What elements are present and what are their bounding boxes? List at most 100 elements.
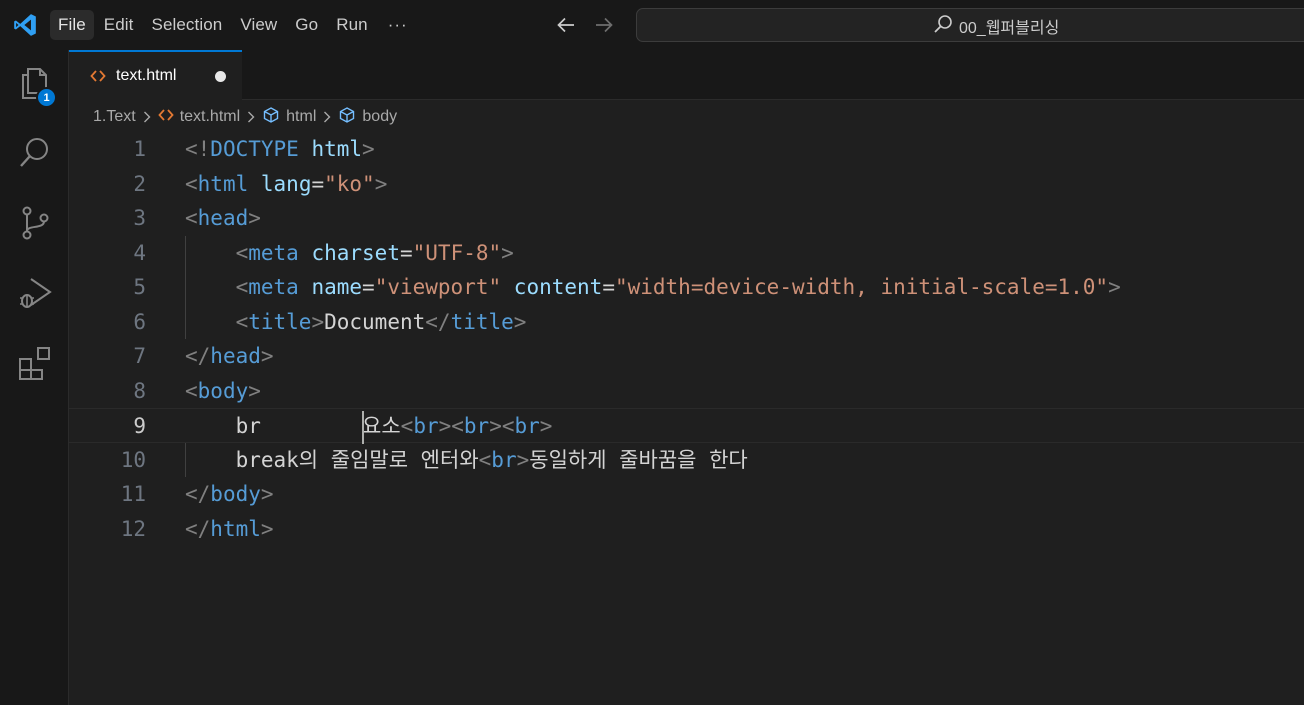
code-line[interactable]: 10 break의 줄임말로 엔터와<br>동일하게 줄바꿈을 한다 — [69, 443, 1304, 478]
line-content: <!DOCTYPE html> — [185, 132, 375, 167]
extensions-button[interactable] — [0, 330, 69, 400]
vscode-logo-icon[interactable] — [0, 0, 50, 50]
code-token: "width=device-width, initial-scale=1.0" — [614, 275, 1109, 299]
menu-more-icon[interactable]: ··· — [378, 15, 418, 35]
code-token: </ — [425, 309, 451, 334]
code-line[interactable]: 7 </head> — [69, 339, 1304, 374]
explorer-button[interactable]: 1 — [0, 50, 69, 120]
code-token: break의 줄임말로 엔터와 — [185, 447, 479, 472]
code-line[interactable]: 1 <!DOCTYPE html> — [69, 132, 1304, 167]
breadcrumb-file[interactable]: text.html — [157, 108, 240, 127]
line-number: 8 — [133, 378, 146, 403]
chevron-right-icon — [322, 110, 332, 124]
line-number: 11 — [120, 482, 146, 506]
code-editor[interactable]: 1 <!DOCTYPE html> 2 <html lang="ko"> 3 <head>… — [69, 132, 1304, 705]
code-line[interactable]: 8 <body> — [69, 374, 1304, 409]
code-token: > — [501, 240, 514, 265]
code-token: br — [185, 414, 363, 438]
source-control-icon — [18, 205, 52, 245]
code-token: br — [413, 414, 439, 438]
line-number: 4 — [133, 240, 146, 265]
line-content: <head> — [185, 201, 261, 236]
code-token: body — [197, 378, 249, 403]
code-token: 요소 — [362, 414, 401, 438]
title-bar: File Edit Selection View Go Run ··· 00_웹… — [0, 0, 1304, 50]
breadcrumb-body[interactable]: body — [338, 106, 397, 129]
code-token: title — [248, 309, 312, 334]
code-line[interactable]: 5 <meta name="viewport" content="width=d… — [69, 270, 1304, 305]
code-token: html — [311, 137, 363, 161]
code-token: < — [235, 275, 249, 299]
line-content: </head> — [185, 339, 274, 374]
html-file-icon — [157, 108, 174, 127]
code-token: "ko" — [324, 171, 375, 196]
symbol-element-icon — [338, 106, 356, 129]
code-token: < — [235, 309, 249, 334]
code-token: body — [210, 482, 261, 506]
line-number: 9 — [133, 414, 146, 438]
code-token: > — [248, 378, 261, 403]
code-token: > — [248, 206, 261, 230]
search-icon — [933, 14, 953, 38]
unsaved-dot-icon[interactable] — [215, 71, 226, 82]
code-line[interactable]: 3 <head> — [69, 201, 1304, 236]
code-line[interactable]: 9 br 요소<br><br><br> — [69, 408, 1304, 443]
code-token: > — [374, 171, 388, 196]
code-token: </ — [185, 482, 211, 506]
chevron-right-icon — [142, 110, 152, 124]
source-control-button[interactable] — [0, 190, 69, 260]
symbol-element-icon — [262, 106, 280, 129]
line-number: 6 — [133, 309, 146, 334]
breadcrumb-html[interactable]: html — [262, 106, 316, 129]
line-number: 1 — [133, 137, 146, 161]
menu-edit[interactable]: Edit — [96, 10, 142, 40]
code-line[interactable]: 11 </body> — [69, 477, 1304, 512]
menu-view[interactable]: View — [232, 10, 285, 40]
menu-run[interactable]: Run — [328, 10, 376, 40]
menu-selection[interactable]: Selection — [144, 10, 231, 40]
arrow-right-icon[interactable] — [591, 12, 617, 38]
code-token: br — [463, 414, 490, 438]
code-line[interactable]: 4 <meta charset="UTF-8"> — [69, 236, 1304, 271]
code-token: title — [450, 309, 514, 334]
arrow-left-icon[interactable] — [553, 12, 579, 38]
menu-file[interactable]: File — [50, 10, 94, 40]
code-token: br — [491, 447, 517, 472]
code-token: > — [539, 414, 553, 438]
code-token: >< — [489, 414, 515, 438]
line-number: 2 — [133, 171, 146, 196]
extensions-icon — [17, 345, 53, 385]
code-token: < — [400, 414, 414, 438]
code-token: Document — [324, 309, 426, 334]
chevron-right-icon — [246, 110, 256, 124]
code-line[interactable]: 2 <html lang="ko"> — [69, 167, 1304, 202]
html-file-icon — [90, 68, 106, 84]
line-content: <meta charset="UTF-8"> — [185, 236, 514, 271]
command-center-search[interactable]: 00_웹퍼블리싱 — [636, 8, 1304, 42]
line-number: 10 — [120, 447, 146, 472]
code-token: </ — [185, 344, 211, 368]
code-token: </ — [185, 516, 211, 541]
tab-label: text.html — [116, 67, 177, 84]
search-button[interactable] — [0, 120, 69, 190]
code-token: lang — [260, 171, 312, 196]
code-line[interactable]: 6 <title>Document</title> — [69, 305, 1304, 340]
run-debug-icon — [17, 275, 53, 315]
code-token: "UTF-8" — [412, 240, 502, 265]
code-token: > — [362, 137, 375, 161]
code-token: > — [1108, 275, 1121, 299]
code-token: meta — [248, 275, 299, 299]
code-token: < — [185, 206, 198, 230]
line-number: 3 — [133, 206, 146, 230]
menu-go[interactable]: Go — [287, 10, 326, 40]
tab-text-html[interactable]: text.html — [69, 50, 242, 100]
text-cursor — [362, 411, 365, 444]
run-debug-button[interactable] — [0, 260, 69, 330]
breadcrumb: 1.Text text.html html body — [93, 104, 397, 130]
code-token: html — [197, 171, 249, 196]
code-line[interactable]: 12 </html> — [69, 512, 1304, 547]
breadcrumb-folder[interactable]: 1.Text — [93, 108, 136, 126]
